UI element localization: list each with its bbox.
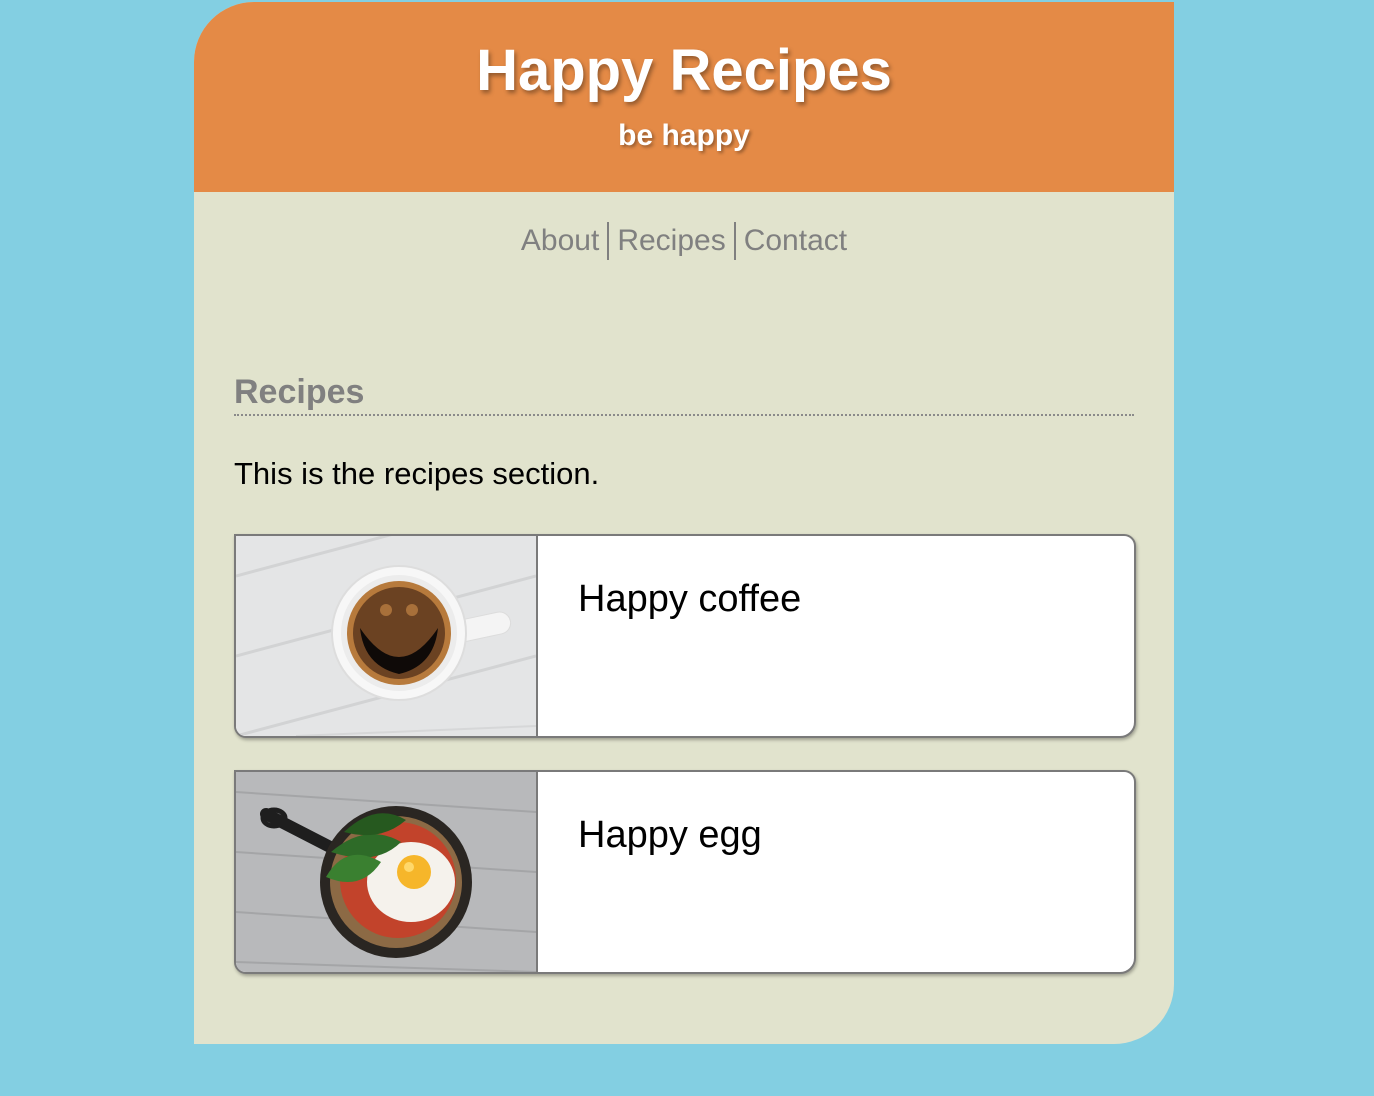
recipes-section: Recipes This is the recipes section. Hap… (234, 370, 1136, 974)
nav-link-about[interactable]: About (513, 222, 607, 260)
section-title: Recipes (234, 370, 1134, 416)
recipe-card-egg[interactable]: Happy egg (234, 770, 1136, 974)
smiley-coffee-cup-photo (236, 536, 538, 736)
recipe-card-coffee[interactable]: Happy coffee (234, 534, 1136, 738)
site-header: Happy Recipes be happy (194, 2, 1174, 192)
nav-link-contact[interactable]: Contact (733, 222, 855, 260)
nav-link-recipes[interactable]: Recipes (607, 222, 733, 260)
fried-egg-skillet-photo (236, 772, 538, 972)
main-nav: About Recipes Contact (194, 222, 1174, 260)
recipe-title: Happy egg (578, 814, 762, 856)
site-tagline: be happy (618, 119, 750, 152)
page-container: Happy Recipes be happy About Recipes Conta… (194, 2, 1174, 1044)
site-title: Happy Recipes (476, 38, 892, 103)
section-intro: This is the recipes section. (234, 456, 600, 491)
recipe-title: Happy coffee (578, 578, 802, 620)
